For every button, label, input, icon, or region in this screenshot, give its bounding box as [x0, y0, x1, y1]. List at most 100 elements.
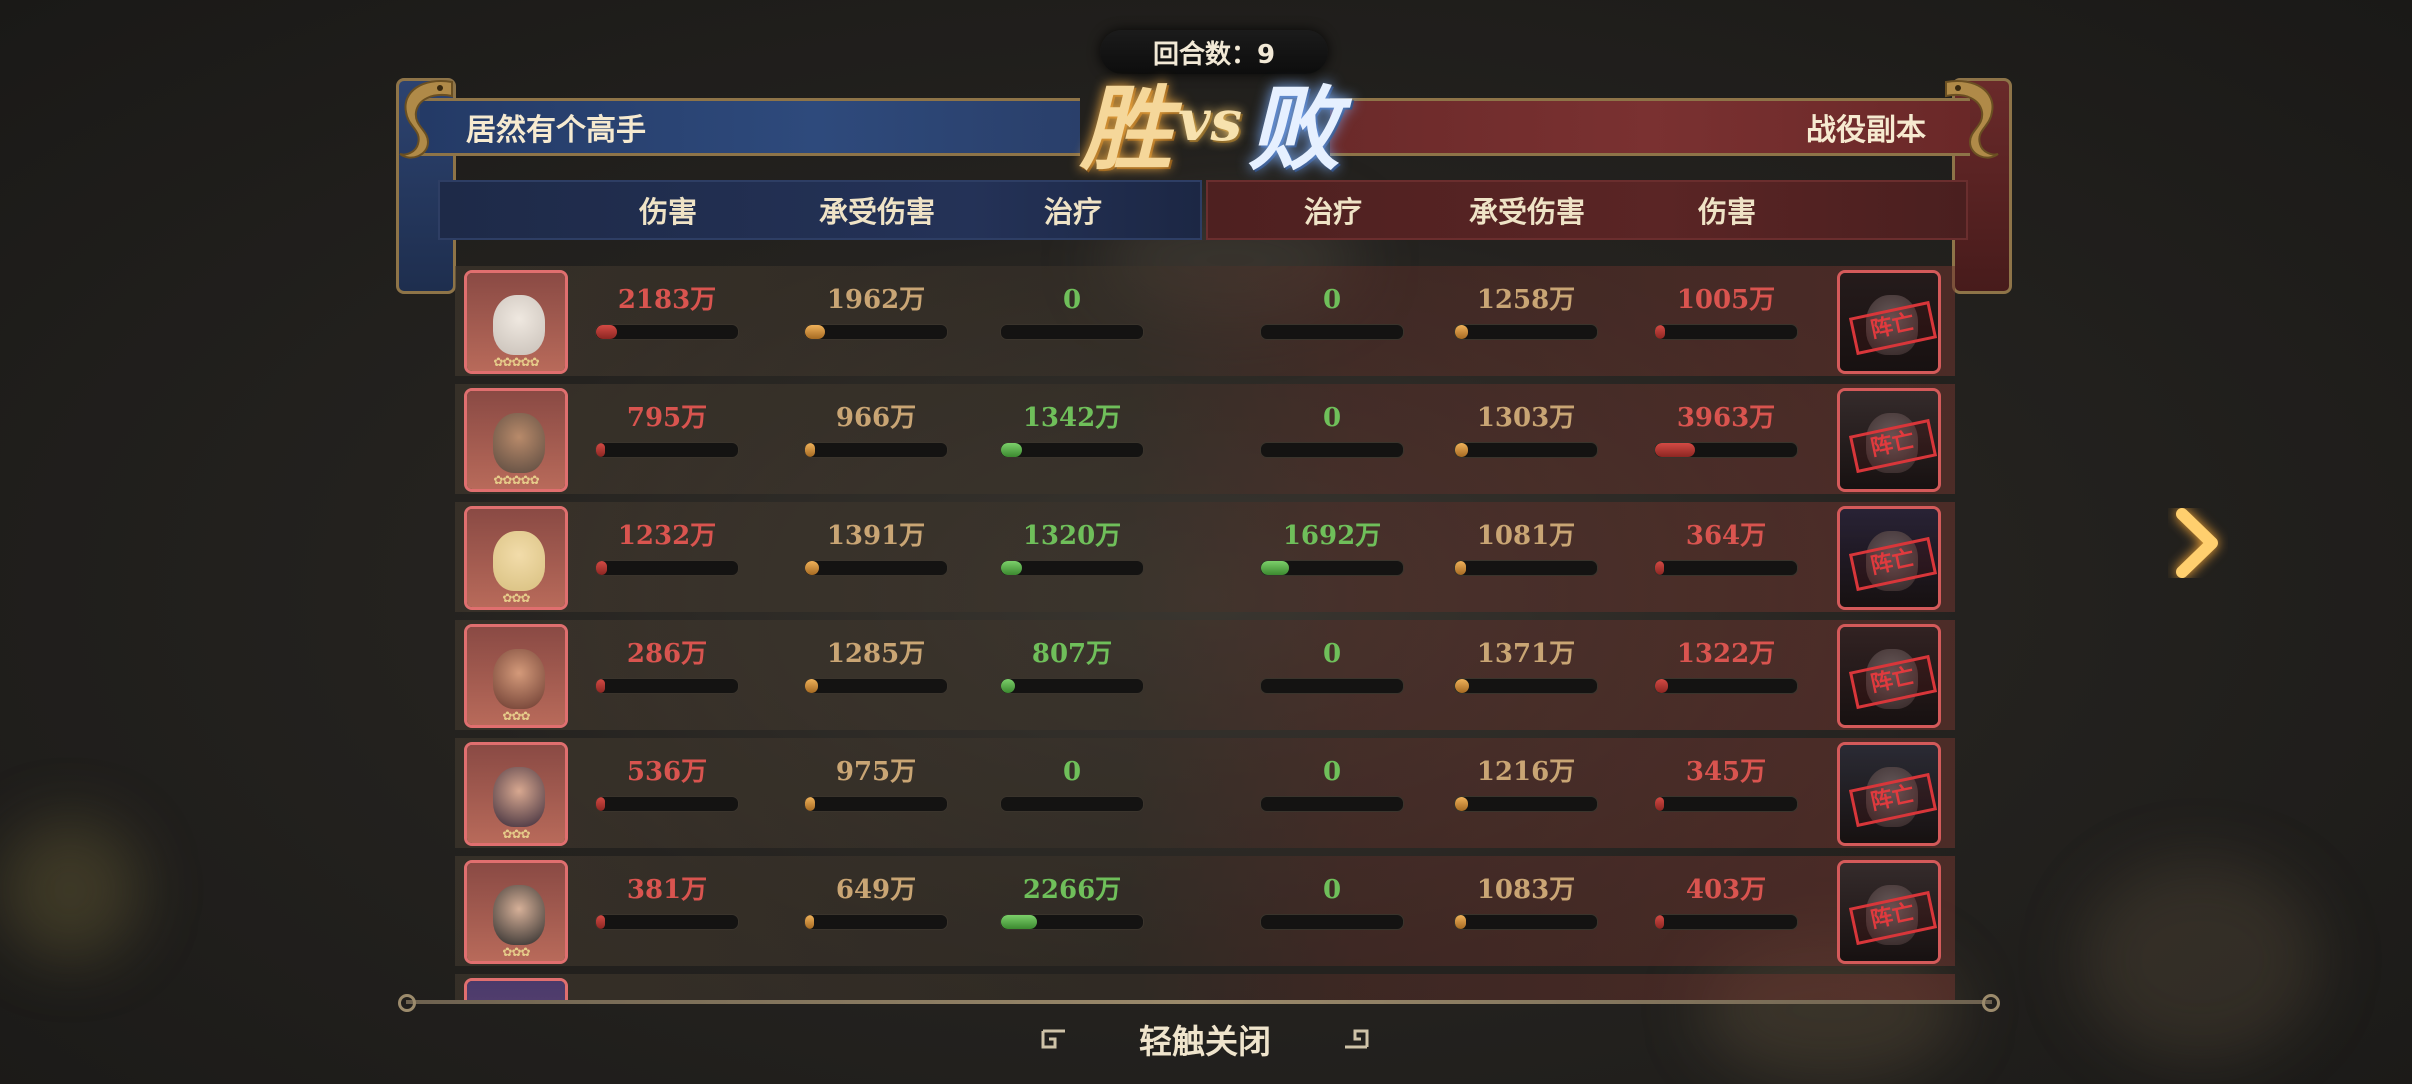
right-damage-bar [1654, 560, 1798, 576]
left-damage-taken-value: 1391万 [826, 521, 926, 551]
right-damage-taken-bar-fill [1455, 679, 1470, 693]
left-damage-stat: 381万 [595, 876, 739, 930]
right-enemy-portrait[interactable]: 阵亡 [1837, 388, 1941, 492]
left-hero-portrait[interactable] [464, 978, 568, 1000]
right-damage-taken-bar [1454, 678, 1598, 694]
left-heal-value: 2266万 [1022, 875, 1122, 905]
left-hero-portrait[interactable]: ✿✿✿✿✿ [464, 270, 568, 374]
left-damage-taken-bar-fill [805, 797, 815, 811]
right-damage-bar-fill [1655, 325, 1665, 339]
right-damage-taken-stat: 1371万 [1454, 640, 1598, 694]
left-damage-taken-value: 975万 [835, 757, 917, 787]
left-heal-bar [1000, 560, 1144, 576]
right-damage-bar-fill [1655, 679, 1668, 693]
right-damage-taken-bar-fill [1455, 915, 1467, 929]
stats-list[interactable]: ✿✿✿✿✿ 2183万 1962万 0 0 1258万 1005万 阵亡 ✿✿✿✿✿ 795万 96… [455, 260, 1955, 1000]
tap-to-close[interactable]: 轻触关闭 [1030, 1014, 1380, 1064]
right-damage-taken-value: 1081万 [1476, 521, 1576, 551]
left-damage-bar [595, 560, 739, 576]
left-damage-taken-bar-fill [805, 561, 820, 575]
left-heal-stat: 0 [1000, 286, 1144, 340]
background-glow [2080, 860, 2320, 1060]
left-heal-bar [1000, 796, 1144, 812]
right-damage-stat: 1005万 [1654, 286, 1798, 340]
left-hero-portrait[interactable]: ✿✿✿ [464, 860, 568, 964]
right-damage-taken-value: 1083万 [1476, 875, 1576, 905]
left-heal-bar [1000, 324, 1144, 340]
lose-label: 败 [1248, 74, 1341, 183]
right-damage-stat: 1322万 [1654, 640, 1798, 694]
left-hero-portrait[interactable]: ✿✿✿ [464, 506, 568, 610]
right-damage-bar [1654, 914, 1798, 930]
left-damage-value: 536万 [626, 757, 708, 787]
left-heal-bar-fill [1001, 679, 1016, 693]
right-team-banner: 战役副本 [1330, 98, 1970, 156]
left-damage-taken-bar [804, 560, 948, 576]
vs-label: vs [1177, 88, 1243, 154]
col-left-damage: 伤害 [638, 195, 698, 229]
left-damage-bar [595, 442, 739, 458]
right-enemy-portrait[interactable]: 阵亡 [1837, 506, 1941, 610]
left-damage-stat: 536万 [595, 758, 739, 812]
left-heal-bar-fill [1001, 561, 1023, 575]
right-damage-stat: 345万 [1654, 758, 1798, 812]
right-enemy-portrait[interactable]: 阵亡 [1837, 860, 1941, 964]
left-damage-bar-fill [596, 325, 618, 339]
left-damage-value: 286万 [626, 639, 708, 669]
right-heal-bar [1260, 678, 1404, 694]
right-enemy-portrait[interactable]: 阵亡 [1837, 624, 1941, 728]
left-team-banner: 居然有个高手 [420, 98, 1080, 156]
hero-star-rating: ✿✿✿ [502, 709, 530, 723]
left-damage-taken-value: 966万 [835, 403, 917, 433]
left-hero-portrait[interactable]: ✿✿✿✿✿ [464, 388, 568, 492]
left-damage-bar [595, 324, 739, 340]
left-damage-bar-fill [596, 915, 605, 929]
left-heal-bar [1000, 442, 1144, 458]
right-team-name: 战役副本 [1806, 113, 1926, 148]
left-hero-portrait[interactable]: ✿✿✿ [464, 742, 568, 846]
right-heal-stat: 0 [1260, 876, 1404, 930]
close-label[interactable]: 轻触关闭 [1139, 1015, 1271, 1063]
chevron-right-icon[interactable] [2168, 508, 2228, 578]
right-heal-stat: 0 [1260, 404, 1404, 458]
left-damage-taken-value: 649万 [835, 875, 917, 905]
right-damage-taken-bar-fill [1455, 797, 1468, 811]
right-damage-taken-stat: 1216万 [1454, 758, 1598, 812]
left-damage-value: 2183万 [617, 285, 717, 315]
right-damage-value: 364万 [1685, 521, 1767, 551]
left-heal-stat: 1320万 [1000, 522, 1144, 576]
left-hero-portrait[interactable]: ✿✿✿ [464, 624, 568, 728]
left-damage-bar [595, 796, 739, 812]
left-damage-taken-bar [804, 324, 948, 340]
left-heal-value: 0 [1062, 285, 1082, 315]
right-damage-bar [1654, 442, 1798, 458]
right-damage-taken-bar-fill [1455, 561, 1467, 575]
right-damage-taken-bar [1454, 442, 1598, 458]
left-damage-bar-fill [596, 443, 605, 457]
stat-row-partial [455, 974, 1955, 1000]
left-damage-taken-stat: 649万 [804, 876, 948, 930]
background-glow [0, 820, 140, 960]
right-enemy-portrait[interactable]: 阵亡 [1837, 270, 1941, 374]
stat-row: ✿✿✿ 536万 975万 0 0 1216万 345万 阵亡 [455, 738, 1955, 848]
right-enemy-portrait[interactable]: 阵亡 [1837, 742, 1941, 846]
left-damage-taken-bar-fill [805, 443, 815, 457]
left-heal-value: 1320万 [1022, 521, 1122, 551]
right-damage-taken-value: 1258万 [1476, 285, 1576, 315]
right-damage-taken-stat: 1083万 [1454, 876, 1598, 930]
left-damage-taken-value: 1285万 [826, 639, 926, 669]
stat-row: ✿✿✿ 286万 1285万 807万 0 1371万 1322万 阵亡 [455, 620, 1955, 730]
left-damage-taken-bar [804, 442, 948, 458]
right-heal-value: 0 [1322, 639, 1342, 669]
left-damage-bar-fill [596, 797, 605, 811]
left-heal-stat: 0 [1000, 758, 1144, 812]
left-damage-taken-bar [804, 678, 948, 694]
left-damage-taken-bar [804, 914, 948, 930]
left-damage-taken-bar-fill [805, 915, 814, 929]
left-heal-value: 1342万 [1022, 403, 1122, 433]
left-damage-value: 381万 [626, 875, 708, 905]
col-right-heal: 治疗 [1303, 195, 1363, 229]
stat-row: ✿✿✿✿✿ 2183万 1962万 0 0 1258万 1005万 阵亡 [455, 266, 1955, 376]
left-damage-taken-bar-fill [805, 325, 825, 339]
right-heal-bar [1260, 914, 1404, 930]
